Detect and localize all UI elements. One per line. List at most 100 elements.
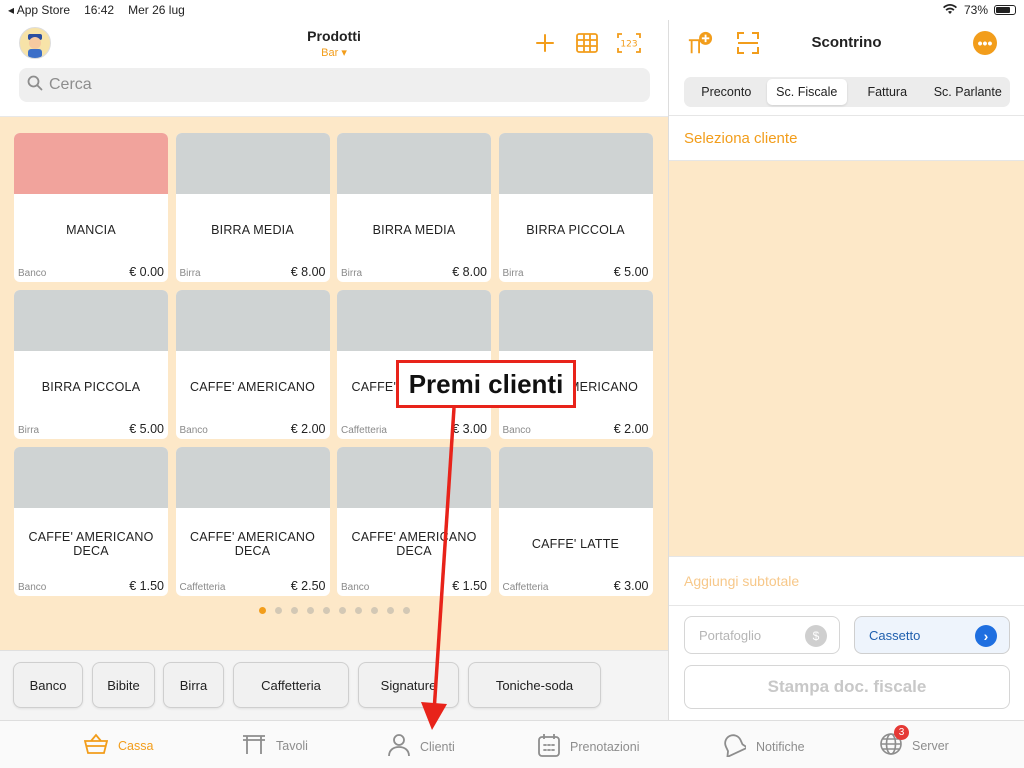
product-name: BIRRA PICCOLA (526, 223, 625, 237)
product-category: Banco (341, 582, 370, 593)
receipt-lines (669, 161, 1024, 556)
wallet-button[interactable]: Portafoglio $ (684, 616, 840, 654)
product-category: Banco (179, 425, 208, 436)
page-dot[interactable] (258, 607, 266, 614)
battery-percent: 73% (963, 3, 988, 17)
product-grid: MANCIA Banco € 0.00 BIRRA MEDIA Birra € 8.00 B… (14, 133, 653, 596)
table-icon (242, 733, 266, 758)
tab-tavoli[interactable]: Tavoli (242, 733, 308, 758)
product-price: € 1.50 (452, 579, 487, 593)
product-category: Birra (179, 268, 201, 279)
product-card[interactable]: BIRRA PICCOLA Birra € 5.00 (498, 133, 653, 282)
product-card[interactable]: CAFFE' AMERICANO Caffetteria € 3.00 (337, 290, 491, 439)
select-customer-button[interactable]: Seleziona cliente (669, 116, 1024, 161)
product-card[interactable]: MANCIA Banco € 0.00 (14, 133, 168, 282)
numeric-keypad-icon[interactable]: 123 (616, 30, 642, 56)
product-card[interactable]: CAFFE' AMERICANO DECA Banco € 1.50 (14, 447, 168, 596)
product-image (175, 290, 330, 351)
page-dot[interactable] (290, 607, 298, 614)
product-name: CAFFE' LATTE (531, 537, 620, 551)
add-subtotal-button[interactable]: Aggiungi subtotale (669, 556, 1024, 606)
product-category: Birra (502, 268, 524, 279)
tab-label: Cassa (118, 738, 154, 753)
category-button[interactable]: Toniche-soda (468, 662, 601, 708)
product-name: CAFFE' AMERICANO DECA (28, 530, 154, 558)
product-image (498, 447, 653, 508)
tab-label: Clienti (420, 739, 455, 754)
tab-server[interactable]: 3 Server (880, 725, 949, 758)
product-image (175, 447, 330, 508)
product-grid-area: MANCIA Banco € 0.00 BIRRA MEDIA Birra € 8.00 B… (0, 116, 668, 650)
page-dot[interactable] (306, 607, 314, 614)
page-dot[interactable] (354, 607, 362, 614)
category-button[interactable]: Caffetteria (233, 662, 349, 708)
product-category: Banco (18, 582, 47, 593)
product-price: € 2.50 (290, 579, 326, 593)
product-image (14, 447, 168, 508)
tab-prenotazioni[interactable]: Prenotazioni (538, 733, 640, 760)
globe-icon: 3 (880, 725, 909, 758)
segment-option[interactable]: Sc. Fiscale (766, 79, 847, 105)
category-button[interactable]: Signature (358, 662, 459, 708)
wallet-label: Portafoglio (699, 627, 762, 643)
page-dot[interactable] (322, 607, 330, 614)
category-button[interactable]: Banco (13, 662, 83, 708)
product-image (14, 290, 168, 351)
search-bar[interactable] (19, 68, 650, 102)
search-icon (27, 75, 43, 96)
product-image (14, 133, 168, 194)
tab-label: Server (912, 738, 949, 753)
product-card[interactable]: CAFFE' AMERICANO DECA Caffetteria € 2.50 (175, 447, 330, 596)
battery-icon (994, 5, 1016, 15)
product-image (337, 133, 491, 194)
product-price: € 8.00 (290, 265, 326, 279)
product-image (175, 133, 330, 194)
more-options-icon[interactable]: ••• (973, 31, 997, 55)
product-price: € 3.00 (452, 422, 487, 436)
product-category: Birra (341, 268, 363, 279)
product-name: CAFFE' AMERICANO (189, 380, 316, 394)
product-price: € 8.00 (452, 265, 487, 279)
category-button[interactable]: Birra (163, 662, 224, 708)
products-panel: Prodotti Bar ▾ 123 MANCIA Banco € 0.00 BIRR… (0, 20, 668, 720)
product-name: CAFFE' AMERICANO (512, 380, 639, 394)
product-card[interactable]: CAFFE' AMERICANO Banco € 2.00 (498, 290, 653, 439)
svg-text:123: 123 (620, 40, 637, 50)
product-card[interactable]: BIRRA MEDIA Birra € 8.00 (175, 133, 330, 282)
product-card[interactable]: CAFFE' AMERICANO DECA Banco € 1.50 (337, 447, 491, 596)
product-name: CAFFE' AMERICANO DECA (189, 530, 316, 558)
cash-drawer-button[interactable]: Cassetto › (854, 616, 1010, 654)
segment-option[interactable]: Preconto (686, 79, 767, 105)
add-icon[interactable] (532, 30, 558, 56)
product-price: € 3.00 (613, 579, 649, 593)
receipt-header: Scontrino ••• Preconto Sc. Fiscale Fattura… (669, 20, 1024, 116)
page-dot[interactable] (370, 607, 378, 614)
product-card[interactable]: BIRRA PICCOLA Birra € 5.00 (14, 290, 168, 439)
basket-icon (83, 733, 109, 758)
segment-option[interactable]: Sc. Parlante (928, 79, 1009, 105)
tab-clienti[interactable]: Clienti (388, 733, 455, 760)
receipt-panel: Scontrino ••• Preconto Sc. Fiscale Fattura… (668, 20, 1024, 720)
bell-icon (722, 733, 750, 760)
page-dot[interactable] (274, 607, 282, 614)
product-card[interactable]: BIRRA MEDIA Birra € 8.00 (337, 133, 491, 282)
grid-view-icon[interactable] (574, 30, 600, 56)
page-dot[interactable] (338, 607, 346, 614)
page-indicator[interactable] (0, 607, 668, 614)
search-input[interactable] (49, 76, 629, 94)
category-button[interactable]: Bibite (92, 662, 155, 708)
person-icon (388, 733, 410, 760)
product-category: Banco (18, 268, 47, 279)
product-image (498, 133, 653, 194)
page-dot[interactable] (386, 607, 394, 614)
print-fiscal-doc-button[interactable]: Stampa doc. fiscale (684, 665, 1010, 709)
tab-notifiche[interactable]: Notifiche (722, 733, 805, 760)
segment-option[interactable]: Fattura (847, 79, 928, 105)
back-to-app-link[interactable]: ◂ App Store (8, 3, 70, 17)
page-dot[interactable] (402, 607, 410, 614)
tab-cassa[interactable]: Cassa (83, 733, 154, 758)
product-card[interactable]: CAFFE' AMERICANO Banco € 2.00 (175, 290, 330, 439)
tab-label: Notifiche (756, 739, 805, 754)
product-image (498, 290, 653, 351)
product-card[interactable]: CAFFE' LATTE Caffetteria € 3.00 (498, 447, 653, 596)
